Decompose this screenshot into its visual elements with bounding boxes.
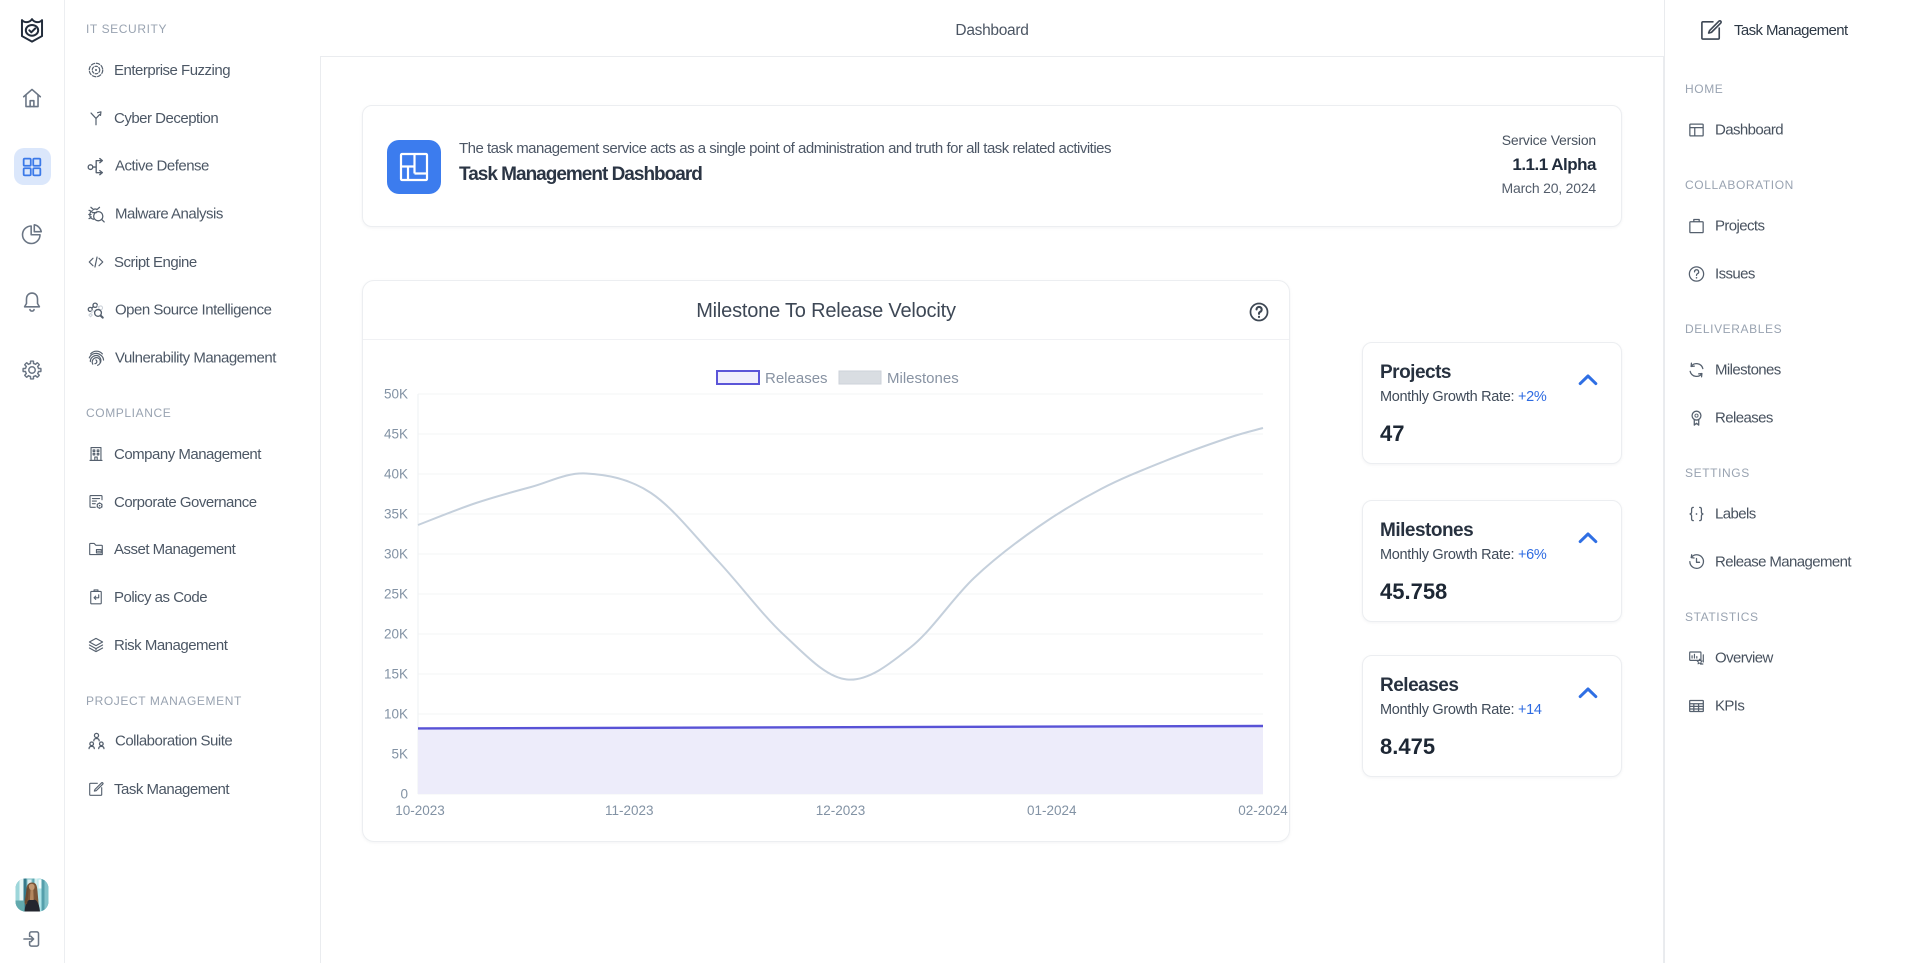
svg-text:12-2023: 12-2023: [816, 803, 866, 818]
svg-text:10K: 10K: [384, 707, 408, 722]
svg-text:0: 0: [400, 787, 408, 802]
svg-text:45K: 45K: [384, 427, 408, 442]
svg-text:02-2024: 02-2024: [1238, 803, 1288, 818]
svg-text:30K: 30K: [384, 547, 408, 562]
svg-text:5K: 5K: [391, 747, 408, 762]
svg-text:20K: 20K: [384, 627, 408, 642]
svg-text:50K: 50K: [384, 387, 408, 402]
svg-text:11-2023: 11-2023: [605, 803, 654, 818]
svg-text:01-2024: 01-2024: [1027, 803, 1077, 818]
svg-text:Milestones: Milestones: [887, 370, 959, 387]
svg-text:35K: 35K: [384, 507, 408, 522]
svg-text:25K: 25K: [384, 587, 408, 602]
svg-text:15K: 15K: [384, 667, 408, 682]
svg-text:Releases: Releases: [765, 370, 828, 387]
svg-text:10-2023: 10-2023: [395, 803, 445, 818]
svg-text:40K: 40K: [384, 467, 408, 482]
